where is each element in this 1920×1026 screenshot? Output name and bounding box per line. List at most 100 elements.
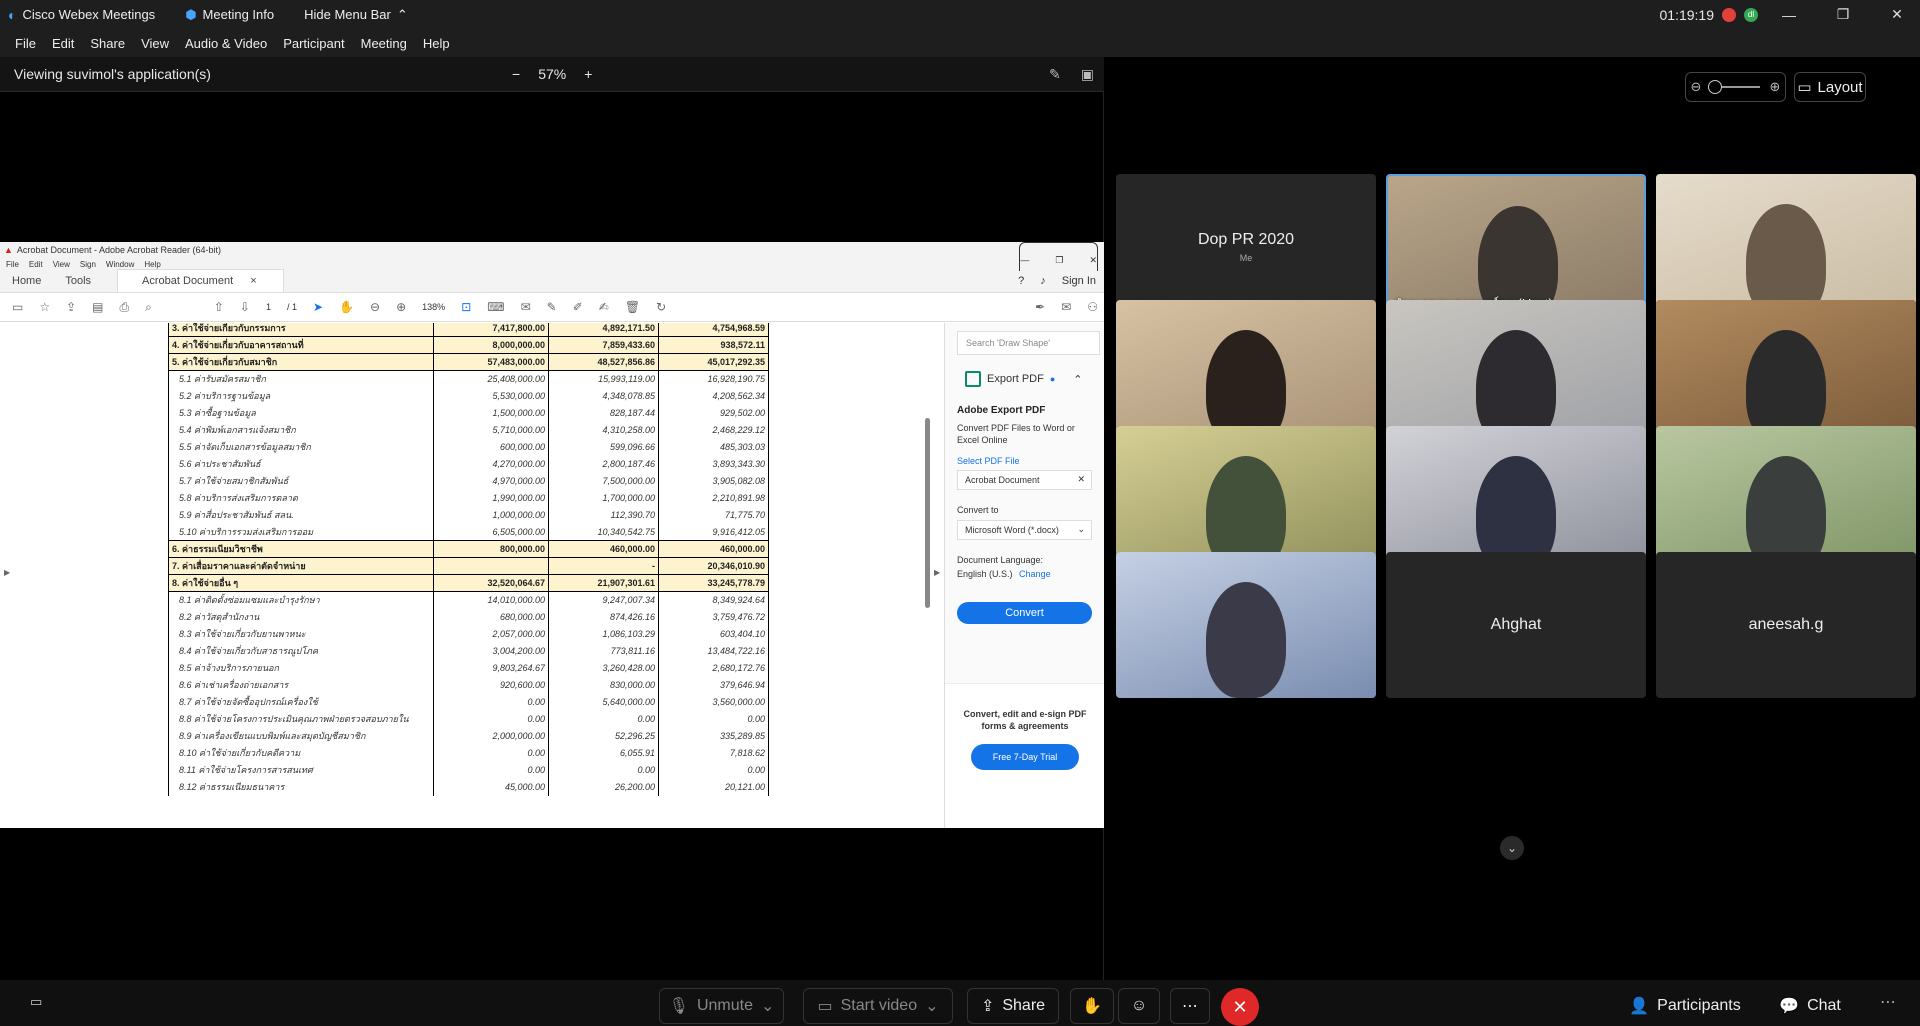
bookmark-star-icon[interactable]: ☆	[39, 300, 50, 314]
participant-tile[interactable]	[1656, 174, 1916, 320]
reactions-button[interactable]: ☺	[1118, 988, 1160, 1024]
layout-button[interactable]: ▭ Layout	[1793, 72, 1866, 102]
highlight-icon[interactable]: ✎	[547, 300, 557, 314]
chevron-down-icon[interactable]: ⌄	[761, 996, 774, 1016]
acrobat-menu-sign[interactable]: Sign	[80, 260, 96, 269]
participant-tile[interactable]: aneesah.g	[1656, 552, 1916, 698]
raise-hand-button[interactable]: ✋	[1070, 988, 1114, 1024]
zoom-out-button[interactable]: −	[512, 66, 520, 82]
comment-icon[interactable]: ✉	[521, 300, 531, 314]
acrobat-menu-window[interactable]: Window	[106, 260, 134, 269]
share-button[interactable]: ⇪ Share	[967, 988, 1059, 1024]
export-pdf-header[interactable]: Export PDF ● ⌃	[965, 371, 1104, 387]
menu-meeting[interactable]: Meeting	[361, 36, 407, 51]
clear-file-icon[interactable]: ✕	[1077, 474, 1085, 485]
delete-icon[interactable]: 🗑	[625, 300, 640, 314]
draw-icon[interactable]: ✐	[573, 300, 583, 314]
rotate-icon[interactable]: ↻	[656, 300, 666, 314]
leave-meeting-button[interactable]: ✕	[1221, 988, 1259, 1026]
participant-tile[interactable]	[1656, 300, 1916, 446]
upload-icon[interactable]: ⇪	[66, 300, 76, 314]
prev-page-icon[interactable]: ⇧	[214, 300, 224, 314]
participant-tile[interactable]	[1116, 552, 1376, 698]
sign-icon[interactable]: ✍	[599, 300, 609, 314]
participant-tile[interactable]	[1656, 426, 1916, 572]
participant-tile[interactable]: Ahghat	[1386, 552, 1646, 698]
menu-share[interactable]: Share	[90, 36, 125, 51]
document-view[interactable]: 3. ค่าใช้จ่ายเกี่ยวกับกรรมการ 7,417,800.0…	[0, 323, 944, 828]
close-tab-icon[interactable]: ×	[250, 275, 256, 287]
doc-zoom-select[interactable]: 138%	[422, 302, 445, 312]
sign-in-button[interactable]: Sign In	[1062, 275, 1096, 287]
video-zoom-slider[interactable]	[1708, 80, 1761, 94]
avatar[interactable]: dl	[1744, 7, 1758, 22]
chat-button[interactable]: 💬 Chat	[1778, 988, 1842, 1024]
view-options-icon[interactable]: ▣	[1081, 66, 1094, 83]
bell-icon[interactable]: ♪	[1040, 275, 1046, 287]
participant-tile[interactable]	[1116, 426, 1376, 572]
captions-icon[interactable]: ▭	[30, 994, 42, 1010]
chevron-up-icon[interactable]: ⌃	[1073, 373, 1082, 386]
select-tool-icon[interactable]: ➤	[313, 300, 323, 314]
left-panel-toggle-icon[interactable]: ▶	[4, 568, 10, 577]
keyboard-icon[interactable]: ⌨	[487, 300, 504, 314]
acrobat-close-button[interactable]: ✕	[1089, 255, 1097, 266]
close-window-button[interactable]: ✕	[1874, 0, 1920, 29]
participants-button[interactable]: 👤 Participants	[1625, 988, 1745, 1024]
acrobat-menu-file[interactable]: File	[6, 260, 19, 269]
zoom-in-doc-icon[interactable]: ⊕	[396, 300, 406, 314]
menu-view[interactable]: View	[141, 36, 169, 51]
zoom-in-button[interactable]: +	[584, 66, 592, 82]
free-trial-button[interactable]: Free 7-Day Trial	[971, 744, 1079, 770]
menu-file[interactable]: File	[15, 36, 36, 51]
hide-menu-bar-button[interactable]: Hide Menu Bar ⌃	[304, 7, 408, 23]
zoom-out-doc-icon[interactable]: ⊖	[370, 300, 380, 314]
more-options-button[interactable]: ⋯	[1170, 988, 1210, 1024]
save-icon[interactable]: ▭	[12, 300, 23, 314]
tools-search-input[interactable]: Search 'Draw Shape'	[957, 331, 1100, 355]
minimize-button[interactable]: —	[1766, 0, 1812, 29]
meeting-info-button[interactable]: ⬢ Meeting Info	[185, 7, 274, 23]
acrobat-menu-help[interactable]: Help	[144, 260, 160, 269]
right-panel-toggle-icon[interactable]: ▶	[934, 568, 940, 577]
annotate-icon[interactable]: ✎	[1049, 66, 1061, 83]
tab-home[interactable]: Home	[0, 275, 53, 292]
menu-audio-video[interactable]: Audio & Video	[185, 36, 267, 51]
fit-page-icon[interactable]: ⊡	[461, 300, 471, 314]
tab-document[interactable]: Acrobat Document ×	[117, 269, 284, 292]
more-panels-icon[interactable]: ⋯	[1880, 992, 1896, 1012]
acrobat-restore-button[interactable]: ❐	[1055, 255, 1063, 266]
find-icon[interactable]: ⌕	[145, 300, 152, 315]
selected-file-field[interactable]: Acrobat Document ✕	[957, 470, 1092, 490]
chevron-down-icon[interactable]: ⌄	[925, 996, 938, 1016]
participant-tile[interactable]	[1386, 426, 1646, 572]
video-zoom-control[interactable]: ⊖ ⊕	[1685, 72, 1786, 102]
participant-tile[interactable]	[1116, 300, 1376, 446]
menu-participant[interactable]: Participant	[283, 36, 344, 51]
acrobat-minimize-button[interactable]: —	[1020, 255, 1029, 265]
zoom-in-icon[interactable]: ⊕	[1769, 79, 1780, 95]
menu-edit[interactable]: Edit	[52, 36, 74, 51]
share-link-icon[interactable]: ⚇	[1087, 300, 1098, 314]
participant-tile[interactable]: Dop PR 2020 Me	[1116, 174, 1376, 320]
menu-help[interactable]: Help	[423, 36, 450, 51]
participant-tile[interactable]	[1386, 300, 1646, 446]
create-pdf-icon[interactable]: ▤	[92, 300, 103, 314]
mail-icon[interactable]: ✉	[1061, 300, 1071, 314]
doc-scrollbar[interactable]	[925, 418, 930, 608]
hand-tool-icon[interactable]: ✋	[339, 300, 354, 314]
zoom-out-icon[interactable]: ⊖	[1691, 79, 1702, 95]
help-icon[interactable]: ?	[1018, 275, 1024, 287]
convert-button[interactable]: Convert	[957, 602, 1092, 624]
format-select[interactable]: Microsoft Word (*.docx) ⌄	[957, 520, 1092, 540]
restore-button[interactable]: ❐	[1820, 0, 1866, 29]
print-icon[interactable]: ⎙	[120, 300, 130, 315]
acrobat-menu-edit[interactable]: Edit	[29, 260, 43, 269]
fill-sign-icon[interactable]: ✒	[1035, 300, 1045, 314]
page-number-input[interactable]: 1	[266, 302, 271, 312]
start-video-button[interactable]: ▭ Start video ⌄	[803, 988, 953, 1024]
scroll-down-button[interactable]: ⌄	[1500, 836, 1524, 860]
unmute-button[interactable]: 🎙 Unmute ⌄	[659, 988, 784, 1024]
acrobat-menu-view[interactable]: View	[53, 260, 70, 269]
next-page-icon[interactable]: ⇩	[240, 300, 250, 314]
